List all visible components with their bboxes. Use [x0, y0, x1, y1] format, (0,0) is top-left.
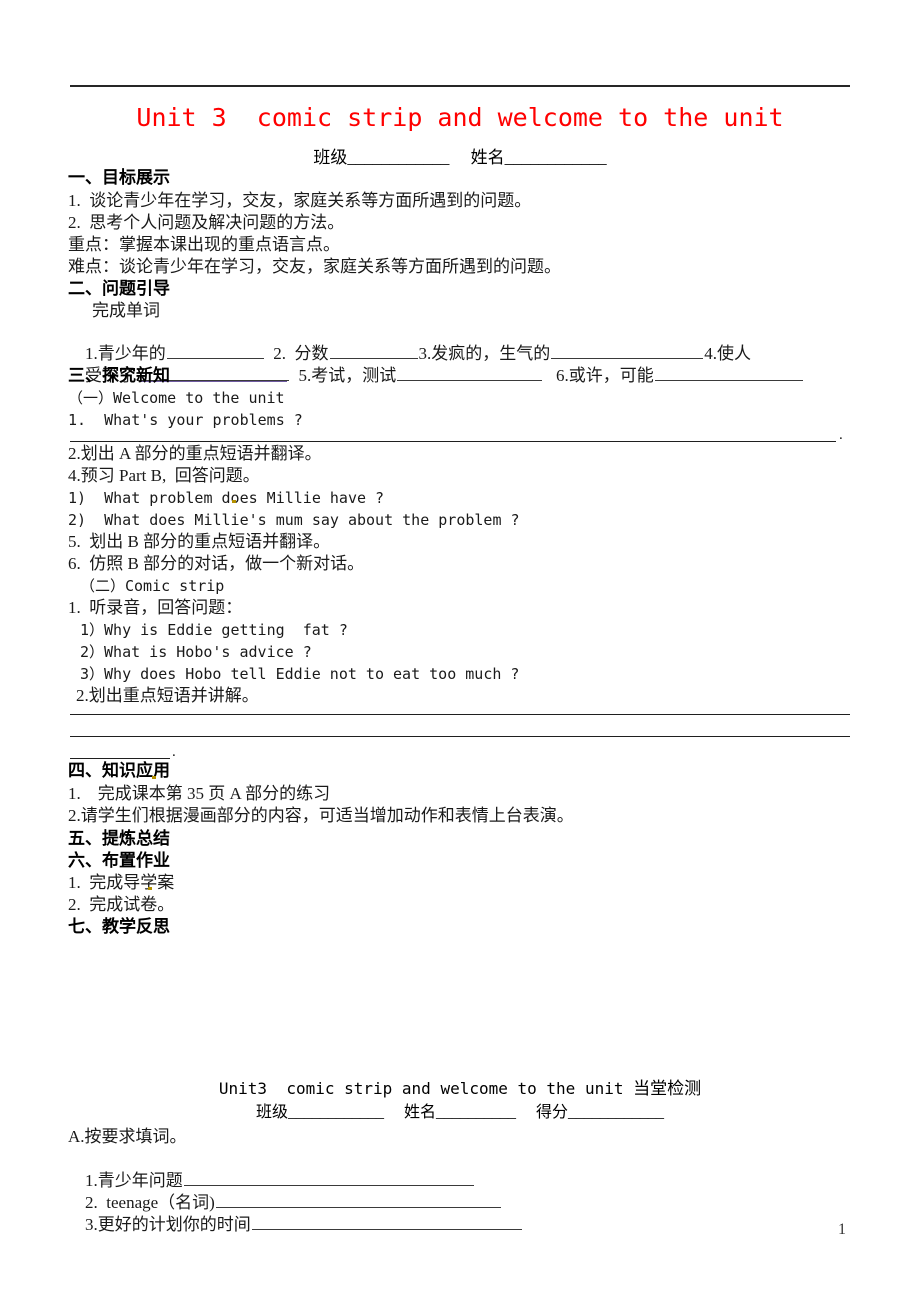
spellcheck-mark-application: [152, 776, 156, 779]
comic-question-2: 2）What is Hobo's advice ?: [80, 643, 312, 661]
page-title: Unit 3 comic strip and welcome to the un…: [136, 103, 784, 132]
quiz-question-3: 3.更好的计划你的时间: [68, 1192, 523, 1258]
quiz-title: Unit3 comic strip and welcome to the uni…: [0, 1074, 920, 1099]
objective-item-1: 1. 谈论青少年在学习，交友，家庭关系等方面所遇到的问题。: [68, 191, 532, 210]
quiz-blank-3[interactable]: [251, 1215, 522, 1230]
quiz-title-english: Unit3 comic strip and welcome to the uni…: [218, 1079, 634, 1098]
class-name-fields: 班级____________ 姓名____________: [313, 148, 607, 167]
section-heading-explore: 三、探究新知: [68, 366, 170, 385]
section-heading-homework: 六、布置作业: [68, 851, 170, 870]
answer-line-4-period: .: [172, 744, 176, 760]
page-number: 1: [838, 1221, 846, 1238]
vocab-blank-6[interactable]: [654, 366, 803, 381]
partb-question-1: 1) What problem does Millie have ?: [68, 489, 385, 507]
welcome-to-unit-label: （一）Welcome to the unit: [68, 389, 285, 407]
application-item-2: 2.请学生们根据漫画部分的内容，可适当增加动作和表情上台表演。: [68, 806, 574, 825]
explore-item-6: 6. 仿照 B 部分的对话，做一个新对话。: [68, 554, 365, 573]
explore-item-4: 4.预习 Part B, 回答问题。: [68, 466, 260, 485]
vocab-label-6: 6.或许，可能: [556, 366, 654, 385]
worksheet-page: Unit 3 comic strip and welcome to the un…: [0, 0, 920, 1300]
spellcheck-mark-does: [232, 500, 236, 503]
question-whats-your-problems: 1. What's your problems ?: [68, 411, 303, 429]
header-divider: [70, 85, 850, 87]
quiz-section-a-heading: A.按要求填词。: [68, 1127, 187, 1146]
comic-question-1: 1）Why is Eddie getting fat ?: [80, 621, 348, 639]
answer-line-1-period: .: [839, 427, 843, 443]
answer-line-1[interactable]: [70, 441, 836, 442]
objective-item-2: 2. 思考个人问题及解决问题的方法。: [68, 213, 345, 232]
explore-item-5: 5. 划出 B 部分的重点短语并翻译。: [68, 532, 331, 551]
quiz-title-chinese: 当堂检测: [633, 1079, 702, 1098]
section-heading-questions: 二、问题引导: [68, 279, 170, 298]
quiz-class-name-score-fields: 班级____________ 姓名__________ 得分__________…: [255, 1104, 664, 1121]
vocab-subheading: 完成单词: [92, 301, 160, 320]
answer-line-2[interactable]: [70, 714, 850, 715]
comic-item-1: 1. 听录音，回答问题：: [68, 598, 243, 617]
comic-question-3: 3）Why does Hobo tell Eddie not to eat to…: [80, 665, 520, 683]
vocab-label-5: 5.考试，测试: [298, 366, 397, 385]
section-heading-summary: 五、提炼总结: [68, 829, 170, 848]
answer-line-3[interactable]: [70, 736, 850, 737]
section-heading-reflection: 七、教学反思: [68, 917, 170, 936]
spellcheck-mark-homework: [148, 887, 152, 890]
comic-strip-label: （二）Comic strip: [80, 577, 225, 595]
homework-item-1: 1. 完成导学案: [68, 873, 175, 892]
partb-question-2: 2) What does Millie's mum say about the …: [68, 511, 520, 529]
explore-item-2: 2.划出 A 部分的重点短语并翻译。: [68, 444, 322, 463]
comic-item-2: 2.划出重点短语并讲解。: [76, 686, 259, 705]
quiz-question-3-label: 3.更好的计划你的时间: [85, 1215, 251, 1234]
section-heading-objectives: 一、目标展示: [68, 168, 170, 187]
homework-item-2: 2. 完成试卷。: [68, 895, 175, 914]
answer-line-4[interactable]: [70, 758, 170, 759]
objective-key-point: 重点：掌握本课出现的重点语言点。: [68, 235, 340, 254]
application-item-1: 1. 完成课本第 35 页 A 部分的练习: [68, 784, 331, 803]
vocab-blank-5[interactable]: [397, 366, 543, 381]
objective-difficult-point: 难点：谈论青少年在学习，交友，家庭关系等方面所遇到的问题。: [68, 257, 561, 276]
